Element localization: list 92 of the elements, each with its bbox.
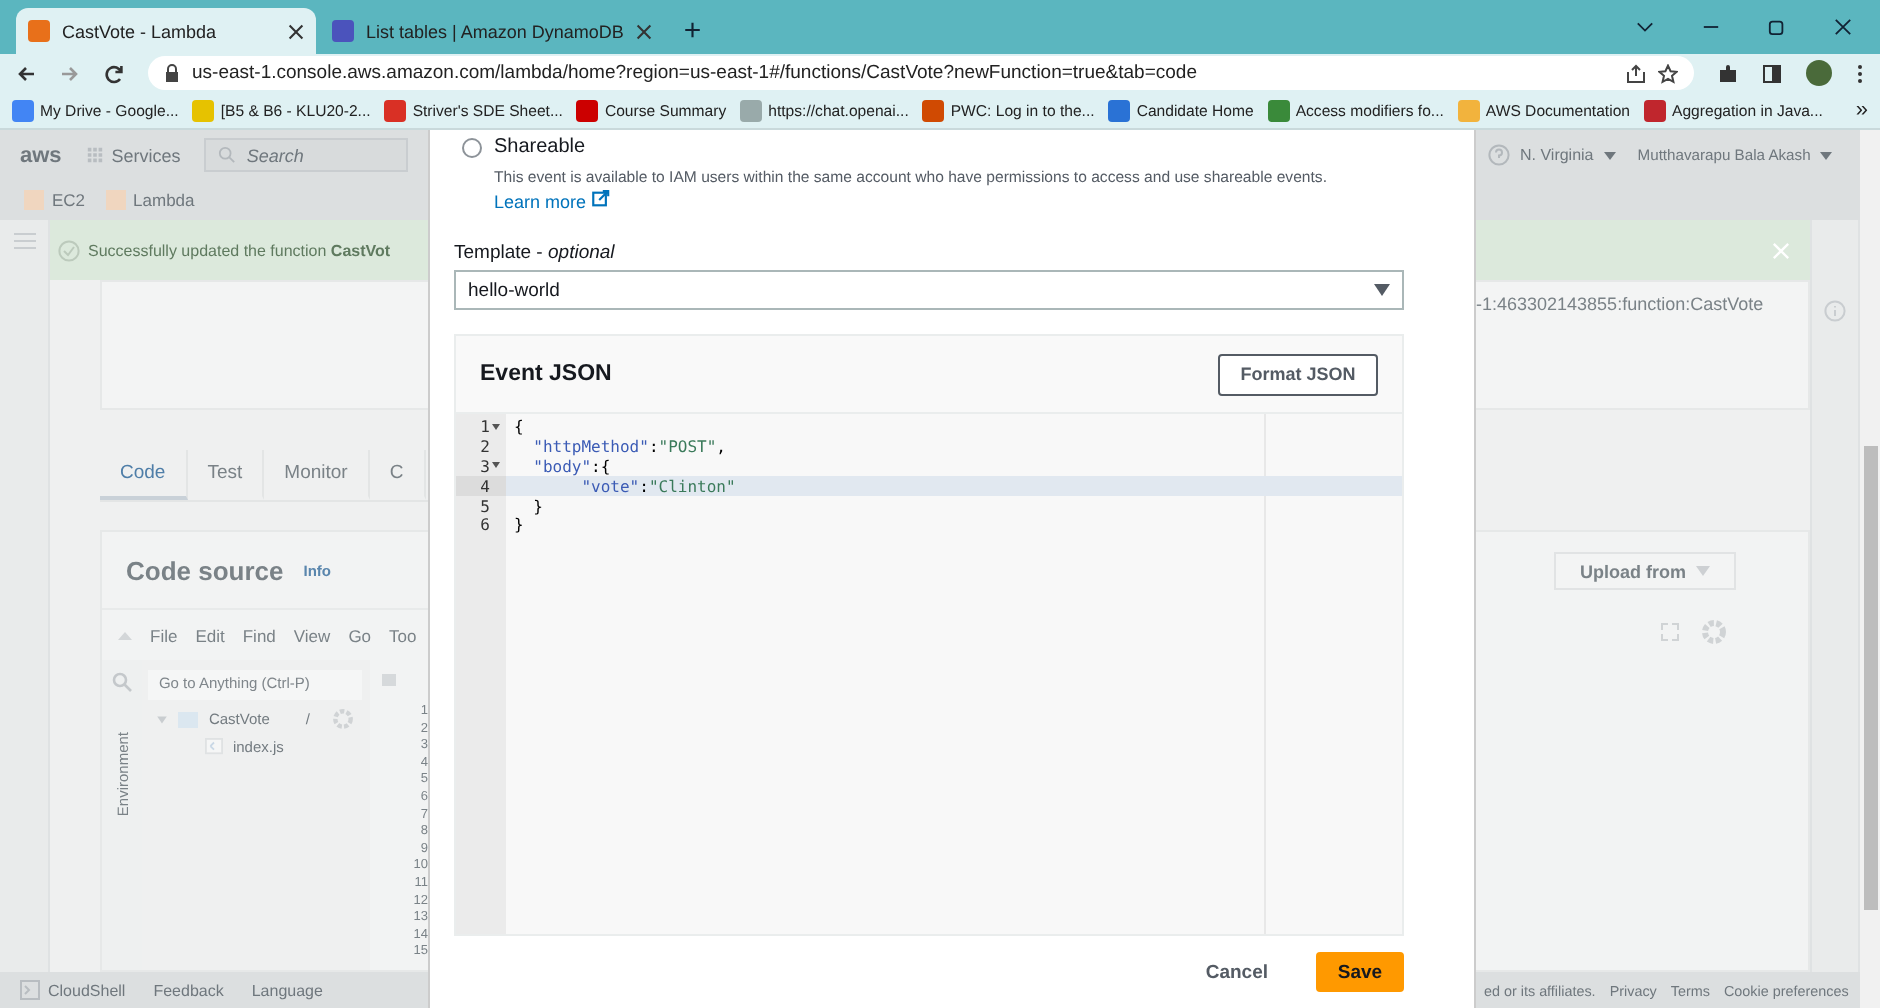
bookmark-favicon-icon — [1267, 99, 1290, 121]
menu-item[interactable]: Edit — [195, 625, 225, 645]
code-line: "httpMethod":"POST", — [531, 437, 728, 458]
close-icon[interactable] — [1834, 18, 1852, 36]
browser-tab[interactable]: List tables | Amazon DynamoDB — [320, 8, 664, 54]
format-json-button[interactable]: Format JSON — [1218, 353, 1378, 395]
menu-item[interactable]: Go — [348, 625, 372, 645]
back-icon[interactable] — [16, 63, 36, 83]
share-icon — [1626, 63, 1646, 83]
close-icon[interactable] — [635, 23, 652, 39]
avatar-icon[interactable] — [1806, 60, 1832, 86]
terminal-icon — [20, 980, 40, 1000]
service-icon — [105, 190, 126, 210]
tab-favicon-icon — [332, 20, 354, 42]
chevron-down-icon[interactable] — [1636, 18, 1654, 36]
line-number: 1 — [456, 418, 506, 438]
restore-icon[interactable] — [1768, 18, 1786, 36]
field-label: Template - optional — [454, 242, 617, 264]
footer-link[interactable]: Feedback — [153, 981, 224, 999]
bookmark-favicon-icon — [12, 99, 34, 121]
page-tab[interactable]: Test — [187, 450, 265, 500]
panel-title: Event JSON — [480, 362, 612, 386]
fold-icon — [492, 462, 500, 469]
new-tab-button[interactable]: + — [667, 14, 718, 54]
bookmark-favicon-icon — [1644, 99, 1667, 121]
star-icon[interactable] — [1658, 63, 1678, 83]
region-menu[interactable]: N. Virginia — [1520, 146, 1594, 164]
code-editor[interactable]: 1 2 3 4 5 6 { "httpMethod":"POST", "body":{ "vote":"Clinton" } } — [456, 414, 1402, 934]
function-arn: -1:463302143855:function:CastVote — [1476, 292, 1766, 314]
fold-icon — [492, 423, 500, 430]
address-bar[interactable]: us-east-1.console.aws.amazon.com/lambda/home?region=us-east-1#/functions/CastVote?newFunction=true&tab=code — [148, 56, 1694, 90]
check-circle-icon — [58, 239, 80, 261]
menu-item[interactable]: Too — [389, 625, 417, 645]
line-number: 4 — [456, 476, 506, 497]
line-number: 5 — [478, 496, 492, 516]
bookmark-favicon-icon — [1457, 99, 1480, 121]
bookmark-favicon-icon — [576, 99, 599, 121]
panel-title: Code source — [126, 555, 284, 585]
footer-link[interactable]: Language — [251, 981, 323, 999]
lock-icon — [164, 64, 180, 82]
save-button[interactable]: Save — [1316, 952, 1404, 992]
search-field[interactable]: Search — [204, 138, 408, 172]
menu-icon[interactable] — [1856, 63, 1864, 83]
scrollbar[interactable] — [1860, 130, 1880, 1008]
page-tab[interactable]: C — [369, 450, 426, 500]
caret-down-icon — [1603, 151, 1616, 159]
reload-icon[interactable] — [104, 63, 124, 83]
upload-from-button[interactable]: Upload from — [1554, 552, 1736, 590]
learn-more-link[interactable]: Learn more — [494, 192, 610, 212]
caret-down-icon — [1374, 284, 1390, 296]
bookmark-favicon-icon — [740, 99, 763, 121]
file-icon — [204, 738, 225, 756]
caret-down-icon — [1820, 151, 1833, 159]
service-shortcut[interactable]: EC2 — [24, 190, 86, 210]
footer-link[interactable]: CloudShell — [20, 980, 126, 1000]
code-line: { — [512, 418, 526, 438]
line-number: 2 — [478, 437, 492, 458]
tab-favicon-icon — [28, 20, 50, 42]
page-tab[interactable]: Monitor — [264, 450, 370, 500]
menu-item[interactable]: View — [293, 625, 331, 645]
bookmark-favicon-icon — [922, 99, 945, 121]
service-shortcut[interactable]: Lambda — [105, 190, 195, 210]
search-icon — [112, 672, 133, 692]
aws-logo[interactable]: aws — [20, 143, 62, 167]
services-menu[interactable]: Services — [85, 145, 181, 165]
menu-item[interactable]: Find — [242, 625, 276, 645]
line-number: 6 — [478, 515, 492, 536]
template-select[interactable]: hello-world — [454, 270, 1404, 310]
external-link-icon — [591, 190, 610, 208]
code-line: } — [512, 515, 526, 536]
page-tab[interactable]: Code — [100, 450, 188, 500]
caret-down-icon — [1696, 566, 1710, 576]
bookmark-favicon-icon — [192, 99, 215, 121]
line-number: 3 — [456, 457, 506, 477]
banner-message: Successfully updated the function CastVot — [88, 241, 391, 259]
bookmark-favicon-icon — [1108, 99, 1131, 121]
sidebar-icon[interactable] — [1762, 63, 1782, 83]
service-icon — [24, 190, 44, 210]
puzzle-icon[interactable] — [1718, 63, 1738, 83]
browser-tab[interactable]: CastVote - Lambda — [16, 8, 316, 54]
gear-icon — [332, 708, 355, 730]
grid-icon — [85, 146, 104, 164]
more-bookmarks-button[interactable]: » — [1855, 98, 1868, 122]
close-icon[interactable] — [288, 23, 304, 39]
bookmark-favicon-icon — [384, 99, 407, 121]
search-icon — [218, 146, 237, 164]
code-line: } — [531, 496, 545, 516]
menu-item[interactable]: File — [150, 625, 178, 645]
code-line: "body":{ — [531, 457, 613, 477]
shareable-radio[interactable]: Shareable — [454, 136, 1404, 158]
cancel-button[interactable]: Cancel — [1193, 953, 1280, 991]
caret-up-icon — [118, 630, 132, 640]
